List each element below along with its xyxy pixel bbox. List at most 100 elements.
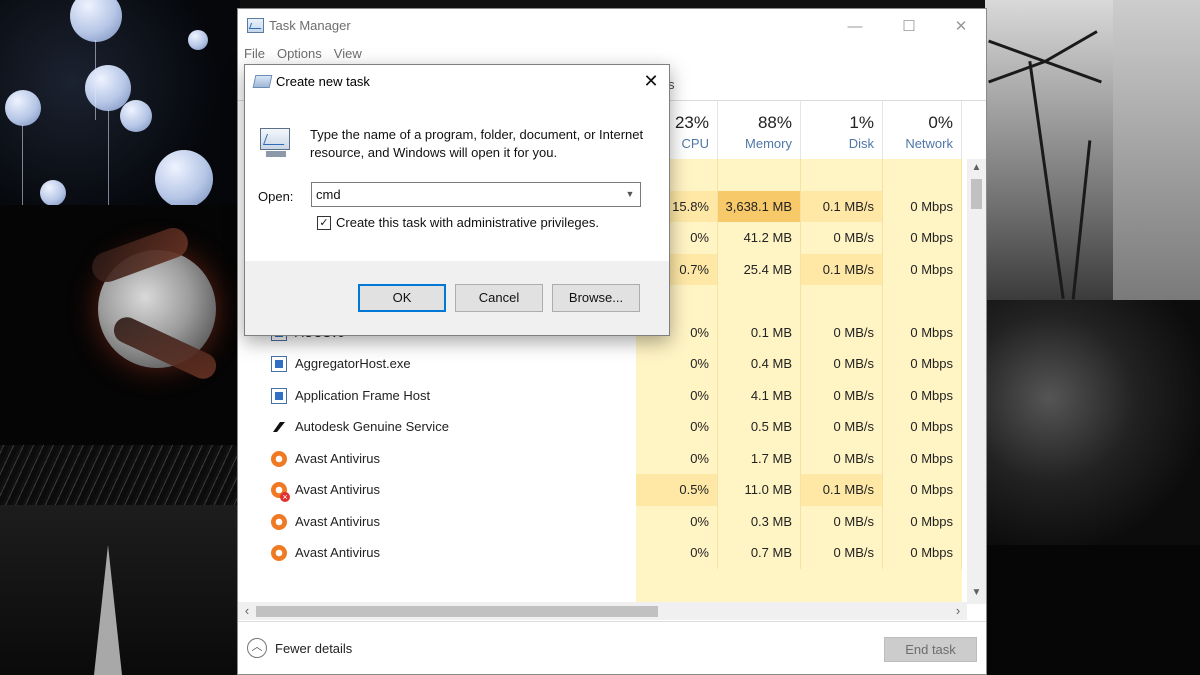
cell-mem: 41.2 MB — [718, 222, 801, 254]
fewer-details-label: Fewer details — [275, 640, 353, 656]
admin-checkbox[interactable]: ✓ — [317, 215, 331, 230]
service-icon — [271, 356, 287, 372]
admin-checkbox-row[interactable]: ✓ Create this task with administrative p… — [317, 215, 599, 230]
disk-percent: 1% — [849, 113, 874, 132]
cell-net — [883, 159, 962, 191]
table-row[interactable]: Application Frame Host 0% 4.1 MB 0 MB/s 0 Mb… — [238, 379, 962, 411]
table-row[interactable]: AggregatorHost.exe 0% 0.4 MB 0 MB/s 0 Mbps — [238, 348, 962, 380]
dialog-close-button[interactable]: ✕ — [636, 68, 666, 94]
chevron-up-icon: ︿ — [247, 638, 267, 658]
scroll-down-icon[interactable]: ▼ — [967, 584, 986, 602]
wallpaper-eiffel-tower — [0, 505, 240, 675]
cell-mem: 0.5 MB — [718, 411, 801, 443]
cancel-button[interactable]: Cancel — [455, 284, 543, 312]
vertical-scrollbar[interactable]: ▲ ▼ — [967, 159, 986, 604]
cell-net: 0 Mbps — [883, 537, 962, 569]
title-bar[interactable]: Task Manager — ☐ ✕ — [238, 9, 986, 43]
process-name: Avast Antivirus — [295, 482, 381, 497]
scroll-up-icon[interactable]: ▲ — [967, 159, 986, 177]
table-row[interactable]: Avast Antivirus 0% 0.3 MB 0 MB/s 0 Mbps — [238, 505, 962, 537]
disk-label: Disk — [848, 136, 874, 151]
column-header-disk[interactable]: 1% Disk — [801, 101, 883, 159]
chevron-down-icon[interactable]: ▼ — [623, 186, 637, 202]
cell-cpu: 0% — [636, 379, 718, 411]
cell-mem: 4.1 MB — [718, 379, 801, 411]
horizontal-scroll-thumb[interactable] — [256, 606, 658, 617]
wallpaper-balloons — [0, 0, 240, 205]
horizontal-scrollbar[interactable]: ‹ › — [238, 602, 967, 620]
cell-cpu: 0% — [636, 505, 718, 537]
cell-cpu: 0% — [636, 442, 718, 474]
wallpaper-moon — [0, 205, 240, 445]
task-manager-icon — [247, 18, 264, 33]
cell-net: 0 Mbps — [883, 348, 962, 380]
cell-mem: 11.0 MB — [718, 474, 801, 506]
cell-disk — [801, 159, 883, 191]
wallpaper-fog — [1113, 0, 1200, 300]
cell-net: 0 Mbps — [883, 442, 962, 474]
fewer-details-button[interactable]: ︿ Fewer details — [247, 638, 352, 658]
wallpaper-fabric — [985, 300, 1200, 545]
process-name: Application Frame Host — [295, 387, 431, 403]
service-icon — [271, 387, 287, 404]
menu-file[interactable]: File — [238, 43, 271, 65]
minimize-button[interactable]: — — [832, 9, 878, 43]
process-name: AggregatorHost.exe — [295, 356, 411, 371]
menu-options[interactable]: Options — [271, 43, 328, 65]
cell-mem: 0.3 MB — [718, 505, 801, 537]
cell-disk: 0 MB/s — [801, 442, 883, 474]
table-row[interactable]: Avast Antivirus 0.5%11.0 MB0.1 MB/s0 Mbps — [238, 474, 962, 506]
cell-disk: 0 MB/s — [801, 505, 883, 537]
window-title: Task Manager — [269, 18, 351, 33]
process-name: Autodesk Genuine Service — [295, 419, 449, 434]
column-header-network[interactable]: 0% Network — [883, 101, 962, 159]
browse-button[interactable]: Browse... — [552, 284, 640, 312]
wallpaper-grass — [0, 445, 240, 505]
open-combobox[interactable]: ▼ — [311, 182, 641, 207]
scroll-left-icon[interactable]: ‹ — [238, 602, 256, 620]
cell-cpu: 0% — [636, 411, 718, 443]
menu-view[interactable]: View — [328, 43, 368, 65]
cell-disk: 0.1 MB/s — [801, 253, 883, 285]
cell-mem: 0.4 MB — [718, 348, 801, 380]
cell-mem: 25.4 MB — [718, 253, 801, 285]
open-input[interactable] — [312, 183, 617, 206]
process-name: Avast Antivirus — [295, 545, 381, 560]
cell-net: 0 Mbps — [883, 505, 962, 537]
menu-bar: File Options View — [238, 43, 368, 65]
table-row[interactable]: Autodesk Genuine Service 0% 0.5 MB 0 MB/s 0 … — [238, 411, 962, 443]
cell-net: 0 Mbps — [883, 474, 962, 506]
avast-icon — [271, 545, 287, 561]
ok-button[interactable]: OK — [358, 284, 446, 312]
dialog-button-area: OK Cancel Browse... — [245, 261, 669, 335]
avast-alert-icon — [271, 482, 290, 502]
close-button[interactable]: ✕ — [938, 9, 984, 43]
run-icon — [252, 75, 273, 88]
cell-disk: 0 MB/s — [801, 348, 883, 380]
maximize-button[interactable]: ☐ — [886, 9, 932, 43]
cell-disk: 0 MB/s — [801, 316, 883, 348]
avast-icon — [271, 450, 287, 467]
wallpaper-dark — [985, 545, 1200, 675]
network-percent: 0% — [928, 113, 953, 132]
cell-disk — [801, 285, 883, 317]
run-program-icon — [258, 126, 294, 160]
end-task-button[interactable]: End task — [884, 637, 977, 662]
column-header-memory[interactable]: 88% Memory — [718, 101, 801, 159]
cell-mem — [718, 159, 801, 191]
process-name: Avast Antivirus — [295, 513, 381, 529]
cell-mem: 0.1 MB — [718, 316, 801, 348]
cell-disk: 0 MB/s — [801, 379, 883, 411]
cell-mem: 0.7 MB — [718, 537, 801, 569]
table-row[interactable]: Avast Antivirus 0% 0.7 MB 0 MB/s 0 Mbps — [238, 537, 962, 569]
cell-mem: 3,638.1 MB — [718, 190, 801, 222]
scroll-right-icon[interactable]: › — [949, 602, 967, 620]
autodesk-icon — [271, 419, 287, 435]
cell-net: 0 Mbps — [883, 379, 962, 411]
cell-disk: 0 MB/s — [801, 537, 883, 569]
cell-net: 0 Mbps — [883, 190, 962, 222]
vertical-scroll-thumb[interactable] — [971, 179, 982, 209]
table-row[interactable]: Avast Antivirus 0% 1.7 MB 0 MB/s 0 Mbps — [238, 442, 962, 474]
dialog-title: Create new task — [276, 74, 370, 89]
cell-net: 0 Mbps — [883, 411, 962, 443]
